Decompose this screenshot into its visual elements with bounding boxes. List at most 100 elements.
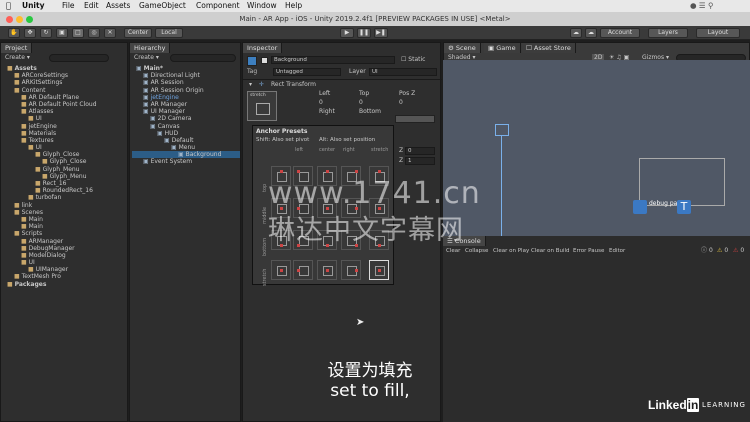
hierarchy-item-row[interactable]: ▣ 2D Camera [132,115,240,122]
move-tool-icon[interactable]: ✥ [24,28,36,38]
project-item-row[interactable]: ■ Scripts [3,230,127,237]
tab-project[interactable]: Project [1,43,33,53]
apple-icon[interactable]:  [6,0,11,12]
step-icon[interactable]: ▶❚ [374,28,388,38]
z-value-1[interactable]: 0 [405,147,435,155]
zoom-window-icon[interactable] [26,16,33,23]
project-item-row[interactable]: ■ Assets [3,65,127,72]
hierarchy-item-row[interactable]: ▣ Event System [132,158,240,165]
menu-edit[interactable]: Edit [84,0,99,12]
project-item-row[interactable]: ■ UI [3,115,127,122]
info-count[interactable]: ⓘ 0 [701,247,713,255]
project-item-row[interactable]: ■ Scenes [3,209,127,216]
project-item-row[interactable]: ■ Content [3,87,127,94]
tab-hierarchy[interactable]: Hierarchy [130,43,171,53]
custom-tool-icon[interactable]: ✕ [104,28,116,38]
layer-dropdown[interactable]: UI [369,68,437,76]
project-item-row[interactable]: ■ turbofan [3,194,127,201]
project-item-row[interactable]: ■ RoundedRect_16 [3,187,127,194]
hierarchy-item-row[interactable]: ▣ AR Session Origin [132,87,240,94]
posz-value[interactable]: 0 [399,99,403,107]
transform-tool-icon[interactable]: ◎ [88,28,100,38]
active-checkbox[interactable] [261,57,268,64]
hierarchy-item-row[interactable]: ▣ UI Manager [132,108,240,115]
project-item-row[interactable]: ■ TextMesh Pro [3,273,127,280]
collab-icon[interactable]: ☁ [570,28,582,38]
console-collapse-button[interactable]: Collapse [465,247,488,255]
static-toggle[interactable]: ☐ Static [401,56,425,64]
left-value[interactable]: 0 [319,99,323,107]
console-clear-button[interactable]: Clear [446,247,460,255]
scale-tool-icon[interactable]: ▣ [56,28,68,38]
project-item-row[interactable]: ■ ARKitSettings [3,79,127,86]
anchor-preset-cell[interactable] [369,260,389,280]
anchor-preset-cell[interactable] [293,260,313,280]
rect-tool-icon[interactable]: □ [72,28,84,38]
hierarchy-item-row[interactable]: ▣ Main* [132,65,240,72]
tab-inspector[interactable]: Inspector [243,43,283,53]
console-clear-on-build[interactable]: Clear on Build [531,247,570,255]
hierarchy-item-row[interactable]: ▣ HUD [132,130,240,137]
component-foldout-icon[interactable]: ▾ [249,81,252,89]
project-item-row[interactable]: ■ AR Default Plane [3,94,127,101]
hierarchy-item-row[interactable]: ▣ Directional Light [132,72,240,79]
anchor-preset-cell[interactable] [341,260,361,280]
project-item-row[interactable]: ■ Materials [3,130,127,137]
layout-dropdown[interactable]: Layout [696,28,740,38]
project-item-row[interactable]: ■ ModelDialog [3,252,127,259]
project-item-row[interactable]: ■ DebugManager [3,245,127,252]
pause-icon[interactable]: ❚❚ [357,28,371,38]
hierarchy-item-row[interactable]: ▣ Default [132,137,240,144]
anchor-preset-button[interactable]: stretch [247,91,277,121]
project-item-row[interactable]: ■ Textures [3,137,127,144]
top-value[interactable]: 0 [359,99,363,107]
close-window-icon[interactable] [6,16,13,23]
hierarchy-item-row[interactable]: ▣ jetEngine [132,94,240,101]
menu-app[interactable]: Unity [22,0,44,12]
project-item-row[interactable]: ■ Atlasses [3,108,127,115]
hand-tool-icon[interactable]: ✋ [8,28,20,38]
project-item-row[interactable]: ■ UIManager [3,266,127,273]
cloud-icon[interactable]: ☁ [585,28,597,38]
console-error-pause[interactable]: Error Pause [573,247,604,255]
menu-window[interactable]: Window [247,0,277,12]
hierarchy-create-button[interactable]: Create ▾ [134,54,159,62]
project-item-row[interactable]: ■ Glyph_Menu [3,173,127,180]
anchor-preset-cell[interactable] [271,260,291,280]
menu-component[interactable]: Component [196,0,240,12]
menu-assets[interactable]: Assets [106,0,130,12]
project-item-row[interactable]: ■ link [3,202,127,209]
menu-gameobject[interactable]: GameObject [139,0,186,12]
z-value-2[interactable]: 1 [405,157,435,165]
project-item-row[interactable]: ■ jetEngine [3,123,127,130]
project-item-row[interactable]: ■ UI [3,144,127,151]
selected-rect-gizmo[interactable] [495,124,509,136]
project-item-row[interactable]: ■ UI [3,259,127,266]
project-item-row[interactable]: ■ Main [3,223,127,230]
play-icon[interactable]: ▶ [340,28,354,38]
menu-help[interactable]: Help [285,0,302,12]
tab-game[interactable]: ▣ Game [484,43,521,53]
rotate-tool-icon[interactable]: ↻ [40,28,52,38]
ui-object-icon[interactable] [633,200,647,214]
local-global-toggle[interactable]: Local [155,28,183,38]
pivot-center-toggle[interactable]: Center [124,28,152,38]
tag-dropdown[interactable]: Untagged [273,68,341,76]
hierarchy-search-input[interactable] [170,54,236,62]
project-item-row[interactable]: ■ AR Default Point Cloud [3,101,127,108]
project-create-button[interactable]: Create ▾ [5,54,30,62]
tab-asset-store[interactable]: ☐ Asset Store [522,43,576,53]
project-item-row[interactable]: ■ ARCoreSettings [3,72,127,79]
minimize-window-icon[interactable] [16,16,23,23]
console-clear-on-play[interactable]: Clear on Play [493,247,529,255]
project-item-row[interactable]: ■ Main [3,216,127,223]
warning-count[interactable]: ⚠ 0 [717,247,728,255]
hierarchy-item-row[interactable]: ▣ AR Manager [132,101,240,108]
text-object-icon[interactable]: T [677,200,691,214]
tab-scene[interactable]: ⚙ Scene [444,43,481,53]
console-editor-dropdown[interactable]: Editor [609,247,625,255]
project-item-row[interactable]: ■ ARManager [3,238,127,245]
project-search-input[interactable] [49,54,109,62]
object-name-field[interactable]: Background [271,56,395,64]
layers-dropdown[interactable]: Layers [648,28,688,38]
